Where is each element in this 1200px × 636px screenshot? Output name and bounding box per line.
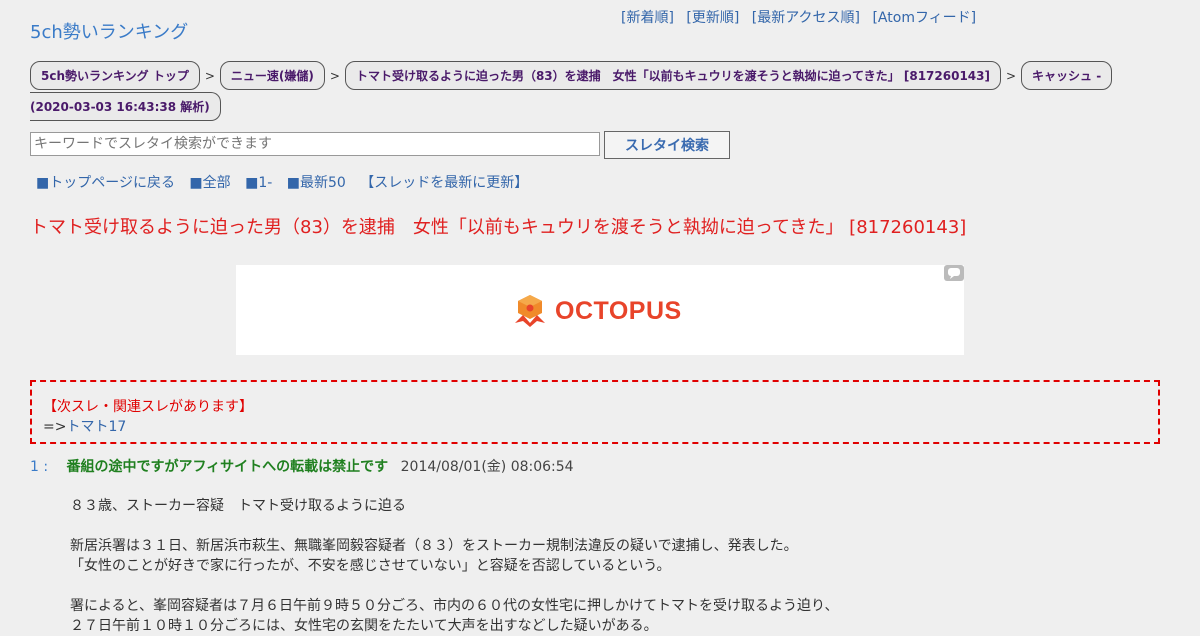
breadcrumb-home[interactable]: 5ch勢いランキング トップ: [30, 61, 200, 90]
post-date: 2014/08/01(金) 08:06:54: [400, 459, 574, 475]
post-author: 番組の途中ですがアフィサイトへの転載は禁止です: [66, 459, 389, 475]
refresh-thread-link[interactable]: 【スレッドを最新に更新】: [360, 175, 528, 191]
related-thread-link[interactable]: トマト17: [66, 419, 126, 435]
breadcrumb-cache[interactable]: キャッシュ -: [1021, 61, 1113, 90]
breadcrumb-separator: >: [329, 68, 340, 83]
ad-banner[interactable]: OCTOPUS: [236, 265, 964, 355]
breadcrumb-separator: >: [1005, 68, 1017, 83]
thread-title: トマト受け取るように迫った男（83）を逮捕 女性「以前もキュウリを渡そうと執拗に…: [30, 217, 967, 238]
speech-bubble-icon[interactable]: [944, 265, 964, 281]
post-line: ８３歳、ストーカー容疑 トマト受け取るように迫る: [70, 498, 406, 514]
post-line: ２７日午前１０時１０分ごろには、女性宅の玄関をたたいて大声を出すなどした疑いがあ…: [70, 618, 658, 634]
post-header: 1 : 番組の途中ですがアフィサイトへの転載は禁止です 2014/08/01(金…: [30, 456, 1170, 476]
post-line: 新居浜署は３１日、新居浜市萩生、無職峯岡毅容疑者（８３）をストーカー規制法違反の…: [70, 538, 798, 554]
thread-navigation: ■トップページに戻る ■全部 ■1- ■最新50 【スレッドを最新に更新】: [36, 172, 538, 192]
latest-50-link[interactable]: ■最新50: [287, 175, 346, 191]
notice-title: 【次スレ・関連スレがあります】: [43, 399, 253, 415]
breadcrumb-separator: >: [204, 68, 215, 83]
arrow-text: =>: [43, 419, 67, 435]
notice-link-line: =>トマト17: [43, 416, 126, 436]
breadcrumb-analyzed-time[interactable]: (2020-03-03 16:43:38 解析): [30, 92, 221, 121]
nav-new-order[interactable]: [新着順]: [621, 10, 674, 26]
post-line: 署によると、峯岡容疑者は７月６日午前９時５０分ごろ、市内の６０代の女性宅に押しか…: [70, 598, 839, 614]
post-body: ８３歳、ストーカー容疑 トマト受け取るように迫る 新居浜署は３１日、新居浜市萩生…: [70, 496, 1170, 636]
ad-logo: OCTOPUS: [511, 293, 682, 329]
nav-latest-access-order[interactable]: [最新アクセス順]: [752, 10, 860, 26]
breadcrumb-thread[interactable]: トマト受け取るように迫った男（83）を逮捕 女性「以前もキュウリを渡そうと執拗に…: [344, 61, 1001, 90]
post-number[interactable]: 1 :: [30, 459, 62, 475]
show-all-link[interactable]: ■全部: [189, 175, 230, 191]
search-button[interactable]: スレタイ検索: [604, 131, 730, 159]
back-to-top-link[interactable]: ■トップページに戻る: [36, 175, 175, 191]
post: 1 : 番組の途中ですがアフィサイトへの転載は禁止です 2014/08/01(金…: [30, 456, 1170, 636]
related-thread-notice: 【次スレ・関連スレがあります】 =>トマト17: [30, 380, 1160, 444]
post-line: 「女性のことが好きで家に行ったが、不安を感じさせていない」と容疑を否認していると…: [70, 558, 671, 574]
octopus-logo-icon: [515, 295, 545, 327]
breadcrumb: 5ch勢いランキング トップ > ニュー速(嫌儲) > トマト受け取るように迫った男（8…: [30, 61, 1130, 123]
search-input[interactable]: [30, 132, 600, 156]
top-navigation: [新着順] [更新順] [最新アクセス順] [Atomフィード]: [621, 7, 984, 27]
site-title-link[interactable]: 5ch勢いランキング: [30, 18, 188, 44]
nav-updated-order[interactable]: [更新順]: [686, 10, 739, 26]
breadcrumb-board[interactable]: ニュー速(嫌儲): [219, 61, 325, 90]
show-from-1-link[interactable]: ■1-: [245, 175, 272, 191]
nav-atom-feed[interactable]: [Atomフィード]: [872, 10, 976, 26]
ad-brand-text: OCTOPUS: [555, 296, 682, 325]
search-bar: スレタイ検索: [30, 131, 730, 160]
